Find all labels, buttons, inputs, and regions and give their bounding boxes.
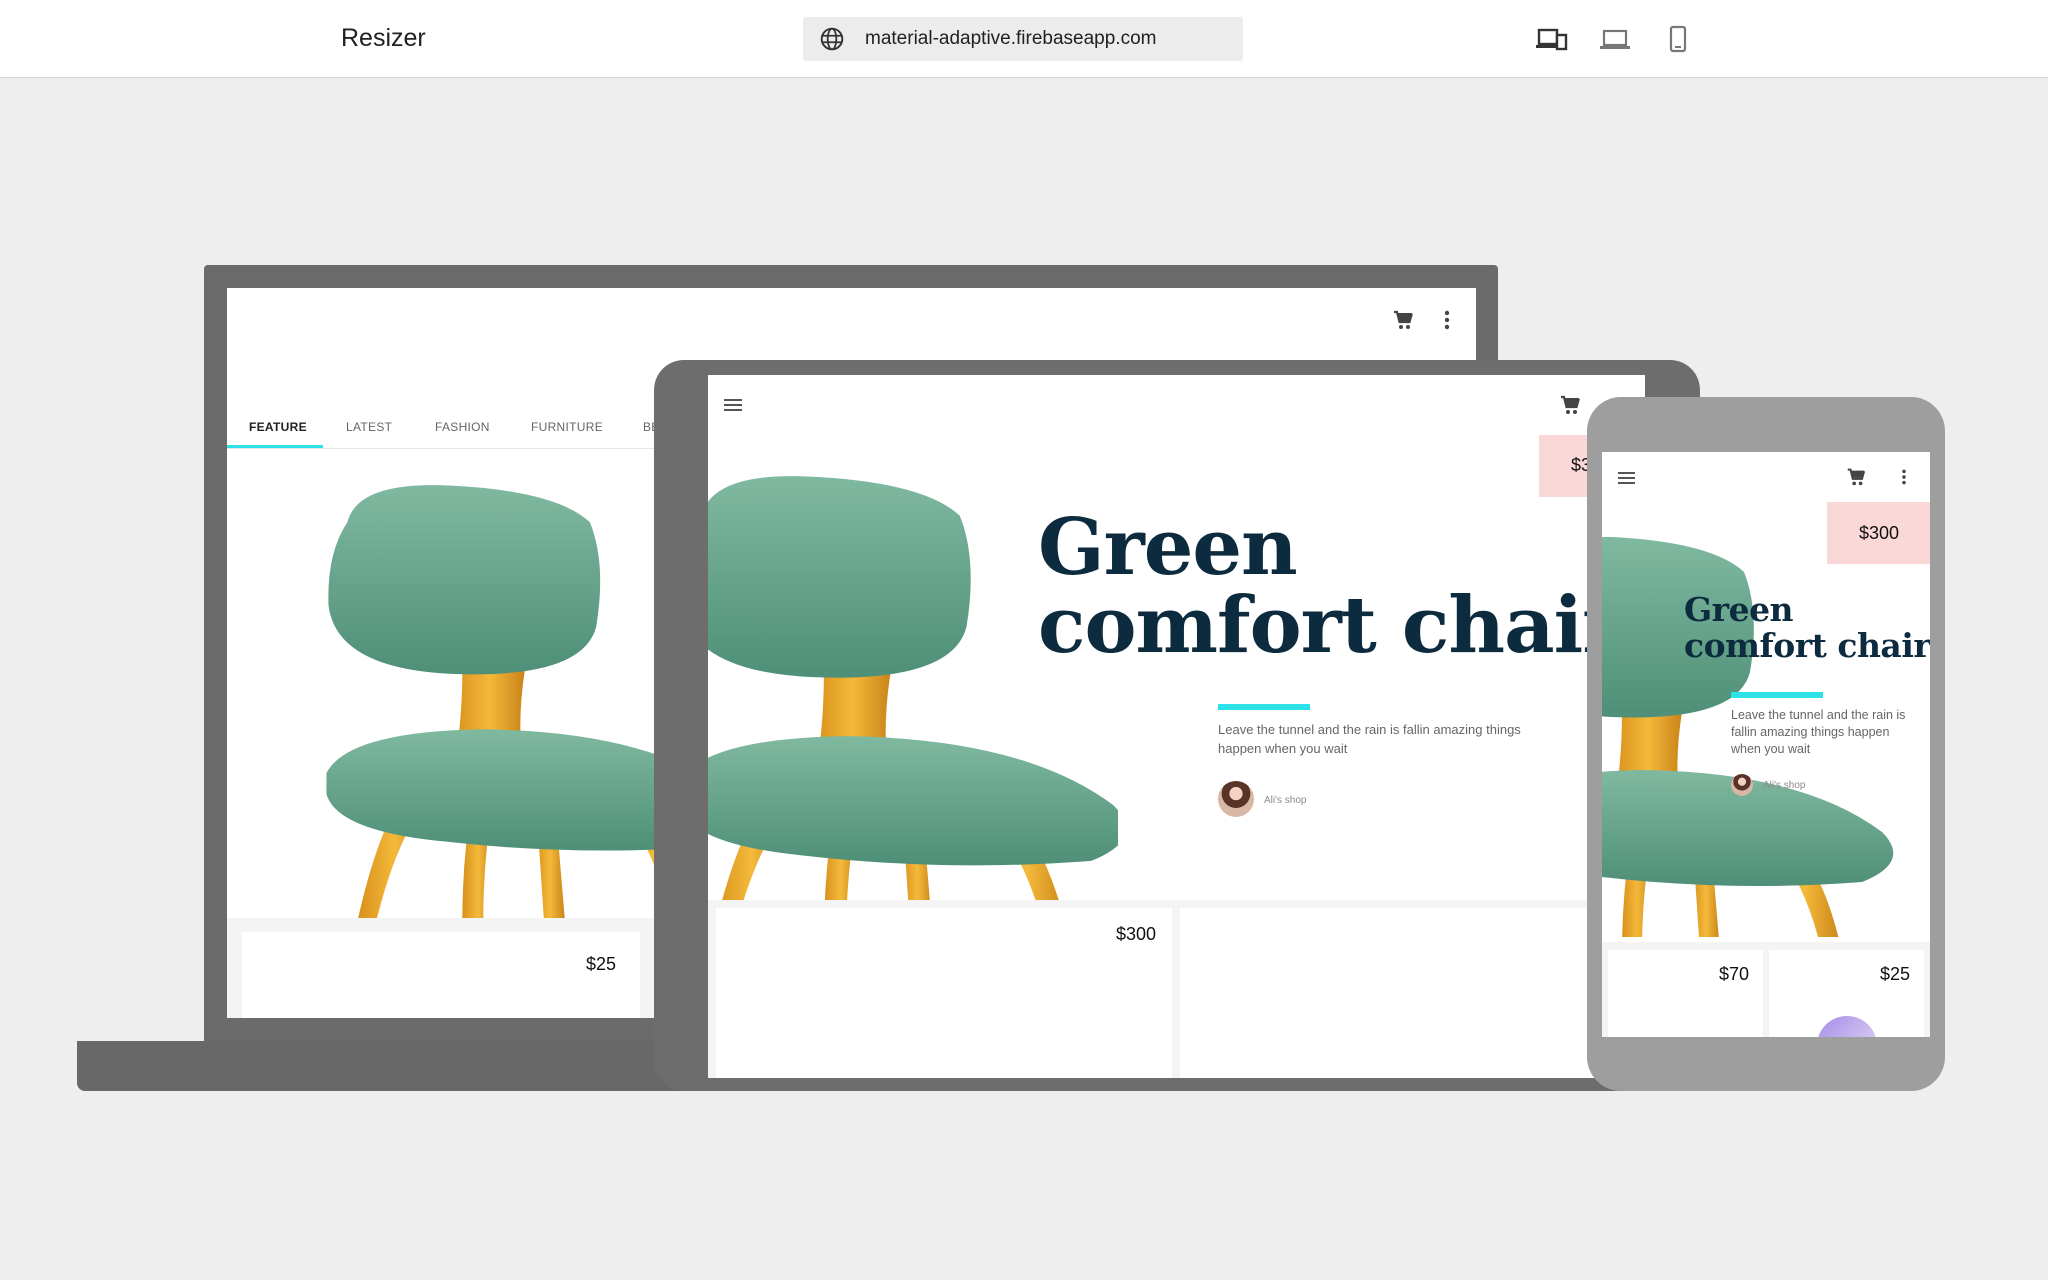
tab-fashion[interactable]: FASHION <box>435 420 490 434</box>
hero-title-line1: Green <box>1684 590 1794 629</box>
phone-button[interactable] <box>1660 22 1696 56</box>
laptop-product-card[interactable]: $25 <box>242 932 640 1018</box>
cart-icon[interactable] <box>1845 466 1867 488</box>
tab-furniture[interactable]: FURNITURE <box>531 420 603 434</box>
globe-icon <box>820 27 844 51</box>
shop-name[interactable]: Ali's shop <box>1264 795 1307 806</box>
cart-icon[interactable] <box>1558 393 1582 417</box>
tablet-product-card[interactable]: $300 <box>716 908 1172 1078</box>
laptop-button[interactable] <box>1597 22 1633 56</box>
url-text: material-adaptive.firebaseapp.com <box>865 28 1157 49</box>
phone-screen: $300 Green comfort chair Leave the tunne… <box>1602 452 1930 1037</box>
devices-button[interactable] <box>1534 22 1570 56</box>
cart-icon[interactable] <box>1391 308 1415 332</box>
shop-name[interactable]: Ali's shop <box>1763 780 1806 791</box>
devices-icon <box>1536 28 1568 51</box>
accent-bar <box>1731 692 1823 698</box>
phone-icon <box>1669 25 1687 53</box>
hero-title-line1: Green <box>1038 502 1298 593</box>
tab-latest[interactable]: LATEST <box>346 420 392 434</box>
card-price: $70 <box>1718 964 1749 984</box>
product-thumbnail <box>1817 1016 1877 1037</box>
hero-description: Leave the tunnel and the rain is fallin … <box>1731 708 1906 756</box>
avatar <box>1731 774 1753 796</box>
active-tab-indicator <box>227 445 323 448</box>
tablet-product-card-2[interactable] <box>1180 908 1645 1078</box>
menu-icon[interactable] <box>724 397 744 413</box>
more-vert-icon[interactable] <box>1437 308 1457 332</box>
phone-product-card-1[interactable]: $70 <box>1608 950 1763 1037</box>
hero-title-line2: comfort chair <box>1038 580 1623 671</box>
avatar <box>1218 781 1254 817</box>
phone-product-card-2[interactable]: $25 <box>1769 950 1924 1037</box>
accent-bar <box>1218 704 1310 710</box>
card-price: $25 <box>1879 964 1910 984</box>
menu-icon[interactable] <box>1618 470 1638 486</box>
card-price: $25 <box>585 954 616 974</box>
address-bar[interactable]: material-adaptive.firebaseapp.com <box>803 17 1243 61</box>
top-app-bar: Resizer material-adaptive.firebaseapp.co… <box>0 0 2048 78</box>
more-vert-icon[interactable] <box>1896 466 1912 488</box>
tablet-screen: $3 Green comfort chair Leave the tunnel … <box>708 375 1645 1078</box>
hero-description: Leave the tunnel and the rain is fallin … <box>1218 722 1521 756</box>
laptop-icon <box>1600 29 1630 49</box>
card-price: $300 <box>1115 924 1156 944</box>
hero-title-line2: comfort chair <box>1684 626 1930 665</box>
app-title: Resizer <box>341 24 426 52</box>
tab-feature[interactable]: FEATURE <box>249 420 307 434</box>
